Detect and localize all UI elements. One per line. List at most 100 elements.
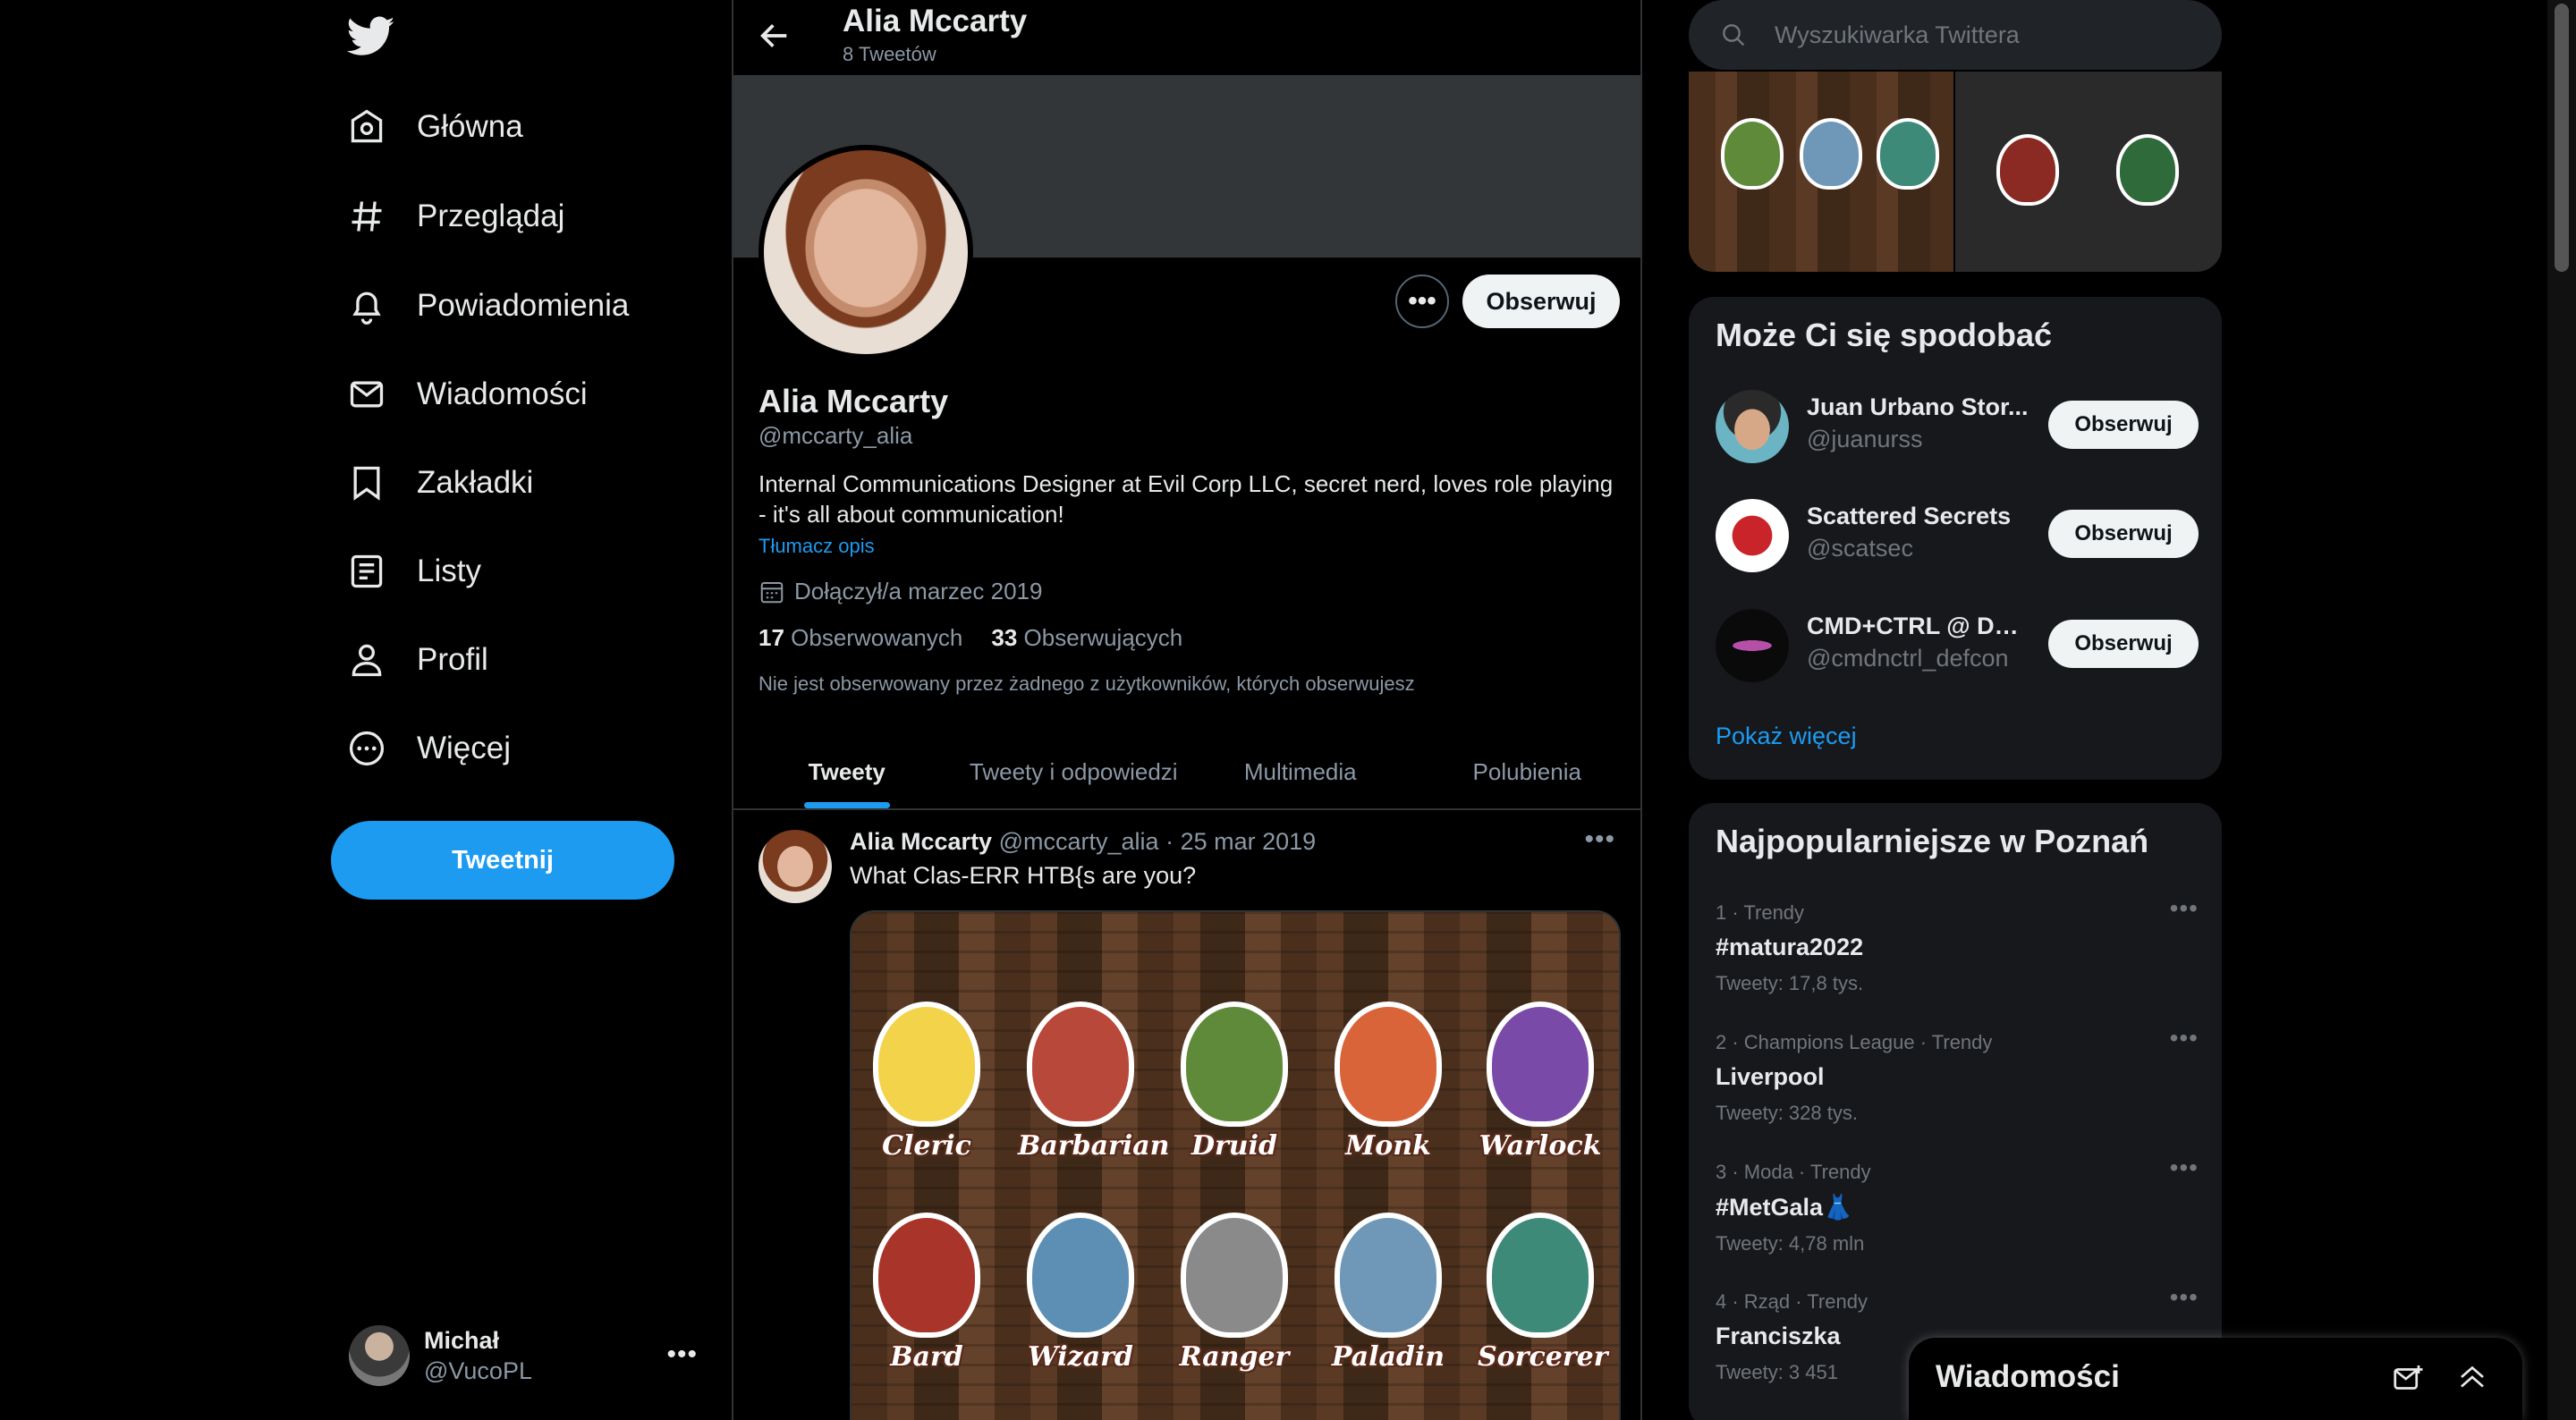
bell-icon <box>352 292 381 325</box>
avatar <box>1716 609 1789 682</box>
warlock-emblem-icon <box>1487 1002 1594 1127</box>
nav-item-bookmarks[interactable]: Zakładki <box>347 452 533 514</box>
show-more-link[interactable]: Pokaż więcej <box>1716 723 1857 750</box>
twitter-bird-icon[interactable] <box>347 16 395 57</box>
followers-link[interactable]: 33 Obserwujących <box>991 624 1182 652</box>
who-to-follow-panel: Może Ci się spodobać Juan Urbano Stor...… <box>1689 297 2222 780</box>
class-badge-ranger: Ranger <box>1172 1213 1297 1373</box>
trend-more-icon[interactable]: ••• <box>2170 1283 2199 1312</box>
media-thumbnail-shields[interactable] <box>1955 72 2222 272</box>
class-badge-cleric: Cleric <box>864 1002 989 1162</box>
tab-tweets[interactable]: Tweety <box>733 735 961 808</box>
nav-item-notifications[interactable]: Powiadomienia <box>347 275 629 337</box>
badge-label: Druid <box>1191 1130 1277 1162</box>
trend-more-icon[interactable]: ••• <box>2170 894 2199 923</box>
tweet-author-name[interactable]: Alia Mccarty <box>850 828 992 855</box>
avatar <box>1716 390 1789 463</box>
tweet-author-handle[interactable]: @mccarty_alia <box>999 828 1159 855</box>
tab-tweets-and-replies[interactable]: Tweety i odpowiedzi <box>961 735 1188 808</box>
back-arrow-icon[interactable] <box>757 18 792 54</box>
suggested-account[interactable]: Juan Urbano Stor... @juanurss Obserwuj <box>1716 386 2199 465</box>
profile-avatar[interactable] <box>758 145 973 359</box>
nav-item-more[interactable]: Więcej <box>347 717 511 780</box>
follow-button[interactable]: Obserwuj <box>2048 401 2199 449</box>
tweet-header: Alia Mccarty @mccarty_alia · 25 mar 2019 <box>850 828 1316 856</box>
messages-drawer[interactable]: Wiadomości <box>1909 1338 2522 1420</box>
more-dots-icon[interactable]: ••• <box>666 1340 698 1370</box>
trend-count: Tweety: 328 tys. <box>1716 1102 1858 1124</box>
new-message-icon[interactable] <box>2392 1363 2424 1395</box>
suggested-name: Scattered Secrets <box>1807 503 2012 529</box>
search-icon <box>1723 24 1745 46</box>
tab-media[interactable]: Multimedia <box>1187 735 1414 808</box>
trends-panel: Najpopularniejsze w Poznań 1 · Trendy #m… <box>1689 803 2222 1420</box>
profile-handle: @mccarty_alia <box>758 422 913 449</box>
barbarian-emblem-icon <box>1027 1002 1134 1127</box>
suggested-account[interactable]: CMD+CTRL @ Def... @cmdnctrl_defcon Obser… <box>1716 605 2199 684</box>
trend-more-icon[interactable]: ••• <box>2170 1024 2199 1052</box>
chevron-up-icon[interactable] <box>2456 1361 2488 1393</box>
badge-label: Bard <box>890 1341 963 1373</box>
more-circle-icon <box>349 731 385 766</box>
tweet-more-icon[interactable]: ••• <box>1584 824 1615 855</box>
tweet[interactable]: Alia Mccarty @mccarty_alia · 25 mar 2019… <box>733 812 1640 1420</box>
trend-name: #matura2022 <box>1716 934 1864 960</box>
messages-drawer-title: Wiadomości <box>1936 1359 2120 1394</box>
nav-item-label: Listy <box>417 554 481 588</box>
trend-item[interactable]: 2 · Champions League · Trendy Liverpool … <box>1716 1024 2199 1147</box>
profile-name: Alia Mccarty <box>758 383 949 419</box>
tweet-author-avatar[interactable] <box>758 830 832 903</box>
following-link[interactable]: 17 Obserwowanych <box>758 624 962 652</box>
tweet-image[interactable]: Cleric Barbarian Druid Monk Warlock Bard <box>850 910 1621 1420</box>
class-badge-paladin: Paladin <box>1326 1213 1451 1373</box>
page-scrollbar[interactable] <box>2547 0 2576 1420</box>
scrollbar-thumb[interactable] <box>2555 4 2569 272</box>
ranger-emblem-icon <box>1721 118 1784 190</box>
class-badge-druid: Druid <box>1172 1002 1297 1162</box>
nav-item-label: Główna <box>417 109 523 144</box>
follow-button[interactable]: Obserwuj <box>1462 275 1620 328</box>
person-icon <box>352 644 382 677</box>
trend-more-icon[interactable]: ••• <box>2170 1154 2199 1182</box>
trend-item[interactable]: 1 · Trendy #matura2022 Tweety: 17,8 tys.… <box>1716 894 2199 1018</box>
follow-button[interactable]: Obserwuj <box>2048 620 2199 668</box>
shield-emblem-icon <box>1996 134 2059 206</box>
media-thumbnail-badges[interactable] <box>1689 72 1953 272</box>
follow-button[interactable]: Obserwuj <box>2048 510 2199 558</box>
badge-label: Warlock <box>1479 1130 1602 1162</box>
tab-likes[interactable]: Polubienia <box>1414 735 1641 808</box>
nav-item-explore[interactable]: Przeglądaj <box>347 185 564 248</box>
profile-media-preview[interactable] <box>1689 72 2222 272</box>
nav-item-messages[interactable]: Wiadomości <box>347 363 588 426</box>
tweet-date[interactable]: 25 mar 2019 <box>1181 828 1317 855</box>
nav-item-profile[interactable]: Profil <box>347 629 488 691</box>
tweet-button[interactable]: Tweetnij <box>331 821 674 900</box>
class-badge-bard: Bard <box>864 1213 989 1373</box>
badge-label: Cleric <box>882 1130 971 1162</box>
badge-label: Barbarian <box>1018 1130 1170 1162</box>
trend-name: Liverpool <box>1716 1063 1825 1090</box>
search-bar[interactable] <box>1689 0 2222 70</box>
badge-label: Sorcerer <box>1478 1341 1608 1373</box>
account-switcher[interactable]: Michał @VucoPL ••• <box>349 1320 698 1391</box>
profile-more-button[interactable]: ••• <box>1395 275 1449 328</box>
suggested-account[interactable]: Scattered Secrets @scatsec Obserwuj <box>1716 495 2199 574</box>
hashtag-icon <box>352 201 382 232</box>
trend-item[interactable]: 3 · Moda · Trendy #MetGala👗 Tweety: 4,78… <box>1716 1154 2199 1277</box>
following-label: Obserwowanych <box>791 624 963 651</box>
shield-emblem-icon <box>2116 134 2179 206</box>
bookmark-icon <box>353 466 380 501</box>
joined-date-text: Dołączył/a marzec 2019 <box>794 578 1043 604</box>
druid-emblem-icon <box>1181 1002 1288 1127</box>
sorcerer-emblem-icon <box>1487 1213 1594 1338</box>
nav-item-home[interactable]: Główna <box>347 96 523 158</box>
search-input[interactable] <box>1775 21 2186 49</box>
trend-count: Tweety: 17,8 tys. <box>1716 972 1864 994</box>
trends-title: Najpopularniejsze w Poznań <box>1716 823 2149 859</box>
avatar <box>1716 499 1789 572</box>
suggested-handle: @juanurss <box>1807 426 1923 452</box>
translate-bio-link[interactable]: Tłumacz opis <box>758 535 875 558</box>
trend-count: Tweety: 4,78 mln <box>1716 1232 1865 1255</box>
nav-item-lists[interactable]: Listy <box>347 540 481 603</box>
who-to-follow-title: Może Ci się spodobać <box>1716 317 2053 353</box>
